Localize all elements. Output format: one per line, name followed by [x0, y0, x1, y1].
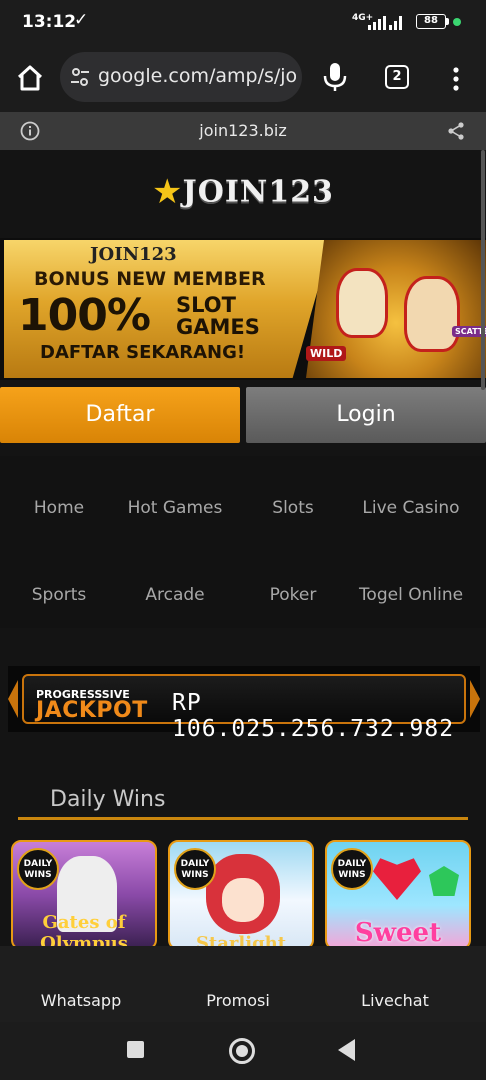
daily-wins-title: Daily Wins: [50, 787, 166, 812]
battery-icon: 88: [416, 14, 446, 29]
promosi-link[interactable]: Promosi: [157, 991, 319, 1010]
livechat-link[interactable]: Livechat: [314, 991, 476, 1010]
overflow-menu-icon[interactable]: [448, 66, 464, 92]
microphone-icon[interactable]: [322, 62, 348, 92]
login-button[interactable]: Login: [246, 387, 486, 443]
share-icon[interactable]: [446, 121, 466, 141]
princess-face: [222, 878, 264, 922]
whatsapp-link[interactable]: Whatsapp: [0, 991, 162, 1010]
banner-games: GAMES: [176, 315, 260, 339]
signal-icon: [368, 16, 402, 30]
amp-header: join123.biz: [0, 112, 486, 150]
banner-cta: DAFTAR SEKARANG!: [40, 342, 246, 363]
gem-candy: [429, 866, 459, 896]
heart-candy: [373, 858, 421, 900]
banner-fortune-god-left: [336, 268, 388, 338]
privacy-dot: [453, 18, 461, 26]
nav-poker[interactable]: Poker: [234, 585, 352, 605]
daily-wins-badge: DAILY WINS: [174, 848, 216, 890]
game-card-sweet[interactable]: DAILY WINS Sweet: [325, 840, 471, 950]
logo-text: JOIN123: [182, 174, 334, 210]
banner-slot-games: SLOT GAMES: [176, 294, 260, 338]
status-bar: 13:12 ✓ 4G+ 88: [0, 0, 486, 44]
battery-tip: [446, 18, 449, 25]
bottom-nav: Whatsapp Promosi Livechat: [0, 946, 486, 1022]
clock: 13:12: [22, 12, 77, 32]
promo-banner[interactable]: JOIN123 BONUS NEW MEMBER 100% SLOT GAMES …: [0, 238, 486, 380]
browser-toolbar: google.com/amp/s/jo 2: [0, 44, 486, 112]
site-settings-icon[interactable]: [70, 67, 90, 87]
address-bar[interactable]: google.com/amp/s/jo: [60, 52, 302, 102]
nav-sports[interactable]: Sports: [0, 585, 118, 605]
amp-domain[interactable]: join123.biz: [0, 121, 486, 140]
tab-switcher-button[interactable]: 2: [385, 65, 409, 89]
url-text[interactable]: google.com/amp/s/jo: [98, 65, 296, 87]
nav-togel-online[interactable]: Togel Online: [352, 585, 470, 605]
nav-slots[interactable]: Slots: [234, 498, 352, 518]
scrollbar[interactable]: [481, 150, 485, 390]
nav-live-casino[interactable]: Live Casino: [352, 498, 470, 518]
nav-arcade[interactable]: Arcade: [116, 585, 234, 605]
star-icon: ★: [152, 172, 183, 212]
game-title: Sweet: [354, 918, 442, 948]
game-card-gates-of-olympus[interactable]: DAILY WINS Gates of Olympus: [11, 840, 157, 950]
jackpot-amount: RP 106.025.256.732.982: [172, 690, 455, 742]
site-content: ★JOIN123 JOIN123 BONUS NEW MEMBER 100% S…: [0, 150, 486, 950]
site-logo[interactable]: ★JOIN123: [0, 172, 486, 212]
home-icon[interactable]: [16, 64, 44, 92]
banner-logo: JOIN123: [90, 244, 177, 265]
daily-wins-badge: DAILY WINS: [331, 848, 373, 890]
nav-home[interactable]: Home: [0, 498, 118, 518]
daily-wins-divider: [18, 817, 468, 820]
system-nav-bar: [0, 1022, 486, 1080]
banner-fortune-god-right: [404, 276, 460, 352]
back-icon[interactable]: [338, 1039, 355, 1061]
jackpot-wing-left: [8, 680, 18, 718]
banner-percent: 100%: [18, 290, 151, 341]
nav-hot-games[interactable]: Hot Games: [116, 498, 234, 518]
home-circle-icon[interactable]: [229, 1038, 255, 1064]
download-check-icon: ✓: [74, 10, 89, 30]
banner-headline: BONUS NEW MEMBER: [34, 268, 266, 290]
daftar-button[interactable]: Daftar: [0, 387, 240, 443]
daily-wins-badge: DAILY WINS: [17, 848, 59, 890]
jackpot-banner: PROGRESSSIVE JACKPOT RP 106.025.256.732.…: [8, 666, 480, 742]
site-nav: Home Hot Games Slots Live Casino Sports …: [0, 456, 486, 628]
wild-symbol: WILD: [306, 346, 347, 361]
recents-icon[interactable]: [127, 1041, 144, 1058]
game-card-starlight[interactable]: DAILY WINS Starlight: [168, 840, 314, 950]
banner-slot: SLOT: [176, 293, 236, 317]
game-title: Gates of Olympus: [40, 912, 128, 950]
jackpot-label: JACKPOT: [36, 698, 148, 723]
